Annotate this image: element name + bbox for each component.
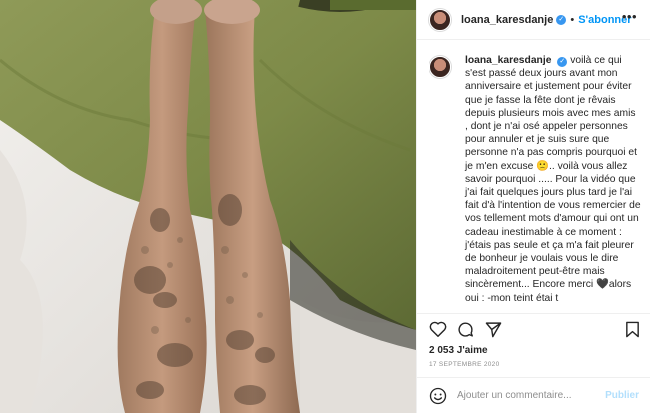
post-caption: loana_karesdanje ✓ voilà ce qui s'est pa…	[429, 54, 645, 324]
likes-count[interactable]: 2 053 J'aime	[429, 345, 488, 356]
comment-input[interactable]	[457, 390, 607, 401]
comment-box: Publier	[417, 377, 650, 413]
comment-icon[interactable]	[457, 321, 474, 338]
caption-body: loana_karesdanje ✓ voilà ce qui s'est pa…	[465, 54, 641, 305]
caption-username-link[interactable]: loana_karesdanje	[465, 55, 551, 66]
post-photo[interactable]	[0, 0, 416, 413]
follow-separator: •	[570, 13, 575, 26]
legs-on-bed-image	[0, 0, 416, 413]
verified-badge-icon: ✓	[556, 14, 567, 25]
publish-button[interactable]: Publier	[605, 390, 639, 401]
more-options-icon[interactable]: •••	[622, 10, 637, 23]
post-header: loana_karesdanje ✓ • S'abonner •••	[417, 0, 650, 40]
emoji-icon[interactable]	[429, 387, 447, 405]
heart-icon[interactable]	[429, 321, 447, 337]
post-actions-bar	[417, 313, 650, 343]
caption-text: voilà ce qui s'est passé deux jours avan…	[465, 55, 641, 304]
post-side-panel: loana_karesdanje ✓ • S'abonner ••• loana…	[416, 0, 650, 413]
avatar[interactable]	[429, 8, 451, 31]
username-link[interactable]: loana_karesdanje	[461, 14, 553, 26]
bookmark-icon[interactable]	[625, 321, 640, 338]
caption-verified-badge-icon: ✓	[557, 57, 568, 67]
share-icon[interactable]	[485, 321, 502, 338]
post-date[interactable]: 17 SEPTEMBRE 2020	[429, 361, 500, 368]
caption-avatar[interactable]	[429, 56, 451, 78]
